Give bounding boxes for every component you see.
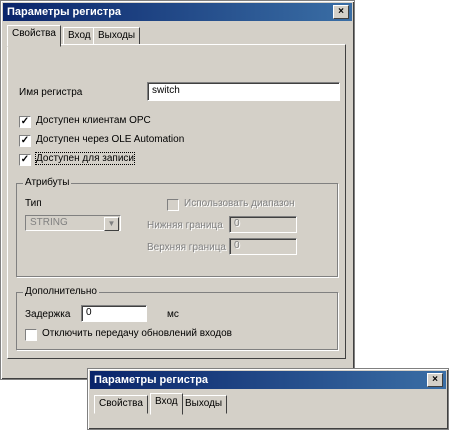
checkbox-ole-automation[interactable]: ✓ (19, 135, 31, 147)
register-name-input[interactable]: switch (147, 82, 340, 101)
attributes-group-title: Атрибуты (23, 177, 72, 188)
upper-bound-input[interactable]: 0 (229, 238, 297, 255)
register-params-dialog: Параметры регистра × Свойства Вход Выход… (0, 0, 355, 380)
additional-group: Дополнительно Задержка 0 мс Отключить пе… (16, 286, 338, 350)
lower-bound-label: Нижняя граница (147, 220, 223, 231)
checkbox-writable-label: Доступен для записи (34, 152, 136, 165)
close-button[interactable]: × (333, 5, 349, 19)
chevron-down-icon[interactable]: ▼ (104, 217, 119, 231)
dialog-title: Параметры регистра (7, 6, 122, 18)
checkbox-opc-clients[interactable]: ✓ (19, 116, 31, 128)
checkbox-use-range[interactable] (167, 199, 179, 211)
checkbox-writable[interactable]: ✓ (19, 154, 31, 166)
tab-outputs-2[interactable]: Выходы (180, 395, 228, 414)
lower-bound-input[interactable]: 0 (229, 216, 297, 233)
title-bar-2[interactable]: Параметры регистра × (90, 371, 446, 389)
dialog-title-2: Параметры регистра (94, 374, 209, 386)
delay-label: Задержка (25, 309, 71, 320)
register-name-label: Имя регистра (19, 87, 83, 98)
type-label: Тип (25, 198, 42, 209)
tab-input-2[interactable]: Вход (150, 393, 183, 415)
attributes-group: Атрибуты Тип STRING ▼ Использовать диапа… (16, 177, 338, 277)
additional-group-title: Дополнительно (23, 286, 99, 297)
properties-panel: Имя регистра switch ✓ Доступен клиентам … (7, 44, 346, 359)
tab-properties-2[interactable]: Свойства (94, 395, 148, 414)
title-bar[interactable]: Параметры регистра × (3, 3, 352, 21)
use-range-label: Использовать диапазон (184, 198, 295, 209)
delay-unit: мс (167, 309, 179, 320)
checkbox-disable-updates[interactable] (25, 329, 37, 341)
checkbox-ole-automation-label: Доступен через OLE Automation (36, 134, 185, 145)
type-select[interactable]: STRING ▼ (25, 215, 121, 231)
disable-updates-label: Отключить передачу обновлений входов (42, 328, 232, 339)
delay-input[interactable]: 0 (81, 305, 147, 322)
register-params-dialog-2: Параметры регистра × Свойства Вход Выход… (87, 368, 449, 430)
tab-properties[interactable]: Свойства (7, 25, 61, 47)
close-button-2[interactable]: × (427, 373, 443, 387)
type-select-value: STRING (30, 217, 68, 228)
checkbox-opc-clients-label: Доступен клиентам OPC (36, 115, 151, 126)
upper-bound-label: Верхняя граница (147, 242, 226, 253)
